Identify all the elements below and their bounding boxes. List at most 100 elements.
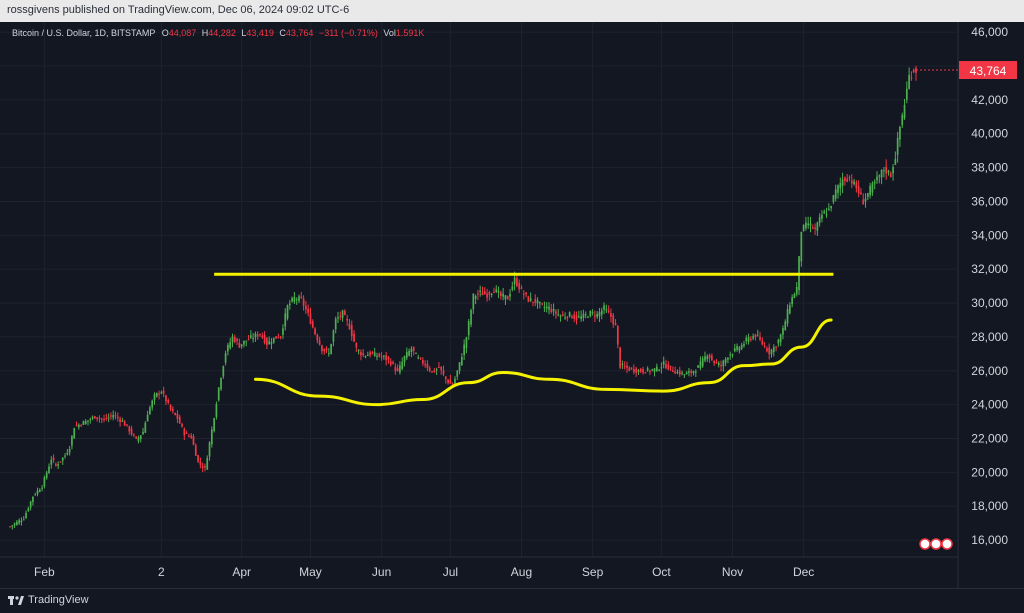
candle [896,131,899,163]
candle-body [488,292,491,295]
candle-body [768,347,771,355]
candle [373,347,376,357]
x-tick-label: Jul [443,565,458,579]
candle-body [190,435,193,438]
candle-body [112,415,115,418]
candle-body [89,419,92,421]
candle [614,319,617,326]
candle-body [139,435,142,440]
candle [204,463,206,472]
candle [655,363,658,372]
candle [32,496,34,506]
candle-body [577,316,580,318]
candle [153,392,156,405]
candle [596,311,599,319]
candle-body [772,347,775,353]
candle [477,289,479,300]
candle-body [899,126,901,140]
candle [912,68,915,74]
candle [887,169,890,176]
candle-body [460,356,463,366]
candle [743,340,745,348]
candle-body [442,370,445,375]
candle-body [144,422,147,433]
cup-curve[interactable] [253,318,833,407]
candle-body [752,336,755,339]
candle-body [481,292,484,296]
candle [667,360,670,371]
candle-body [55,463,57,466]
candle [555,309,557,319]
candle-body [848,177,851,179]
candle [52,454,55,464]
candle-body [171,408,174,411]
candle-body [754,334,757,338]
candle-body [463,344,466,356]
tradingview-logo[interactable]: TradingView [8,594,89,606]
candle-body [616,325,619,345]
candle-body [701,358,704,367]
candle-body [814,227,816,229]
candle [827,203,830,211]
candle [114,411,117,420]
candle-body [552,309,555,312]
candle-body [380,356,383,358]
candle [834,184,837,202]
candle-body [775,346,777,348]
candle [892,164,894,181]
candle-body [493,292,495,294]
economic-event-icon[interactable] [930,538,942,550]
candle [344,309,346,316]
candle [100,417,103,424]
candle-body [903,104,906,119]
candle [330,343,332,355]
candle-body [543,306,546,308]
candle [126,424,128,427]
candle-body [213,418,215,432]
candle [339,311,342,321]
candle-body [655,366,658,372]
y-tick-label: 22,000 [971,431,1008,445]
candle-body [564,317,566,319]
candle [577,310,580,319]
candle [864,193,867,208]
candle-body [557,314,560,316]
candle-body [98,417,101,419]
candle-body [566,316,569,319]
candle-body [371,352,374,354]
candle-body [217,387,220,400]
candle [142,427,144,435]
candle [449,374,452,384]
economic-event-icon[interactable] [941,538,953,550]
candle-body [805,222,807,229]
candle-body [227,344,229,352]
candle [791,294,793,308]
candle-body [110,415,112,417]
candle-body [536,300,539,304]
candle-body [176,413,179,419]
economic-event-icon[interactable] [919,538,931,550]
chart-panel[interactable]: 46,00044,00042,00040,00038,00036,00034,0… [0,22,1024,588]
candle [676,369,679,375]
candle-body [383,355,385,357]
candle [717,361,720,368]
candle-body [621,363,624,366]
candle-body [509,293,511,297]
y-tick-label: 42,000 [971,93,1008,107]
candle [444,375,447,384]
candle [217,387,220,402]
price-chart[interactable]: 46,00044,00042,00040,00038,00036,00034,0… [0,22,1024,588]
candle-body [45,472,48,478]
candle-body [555,311,557,314]
ohlc-legend: Bitcoin / U.S. Dollar, 1D, BITSTAMP O44,… [12,28,424,38]
candle [766,346,768,353]
candle-body [426,363,429,369]
candle-body [387,356,390,360]
candle-body [155,392,158,397]
candle [181,422,183,428]
candle-body [32,496,34,503]
tradingview-logo-icon [8,596,24,605]
candle [194,443,197,456]
candle [11,525,14,530]
candle [775,345,777,352]
